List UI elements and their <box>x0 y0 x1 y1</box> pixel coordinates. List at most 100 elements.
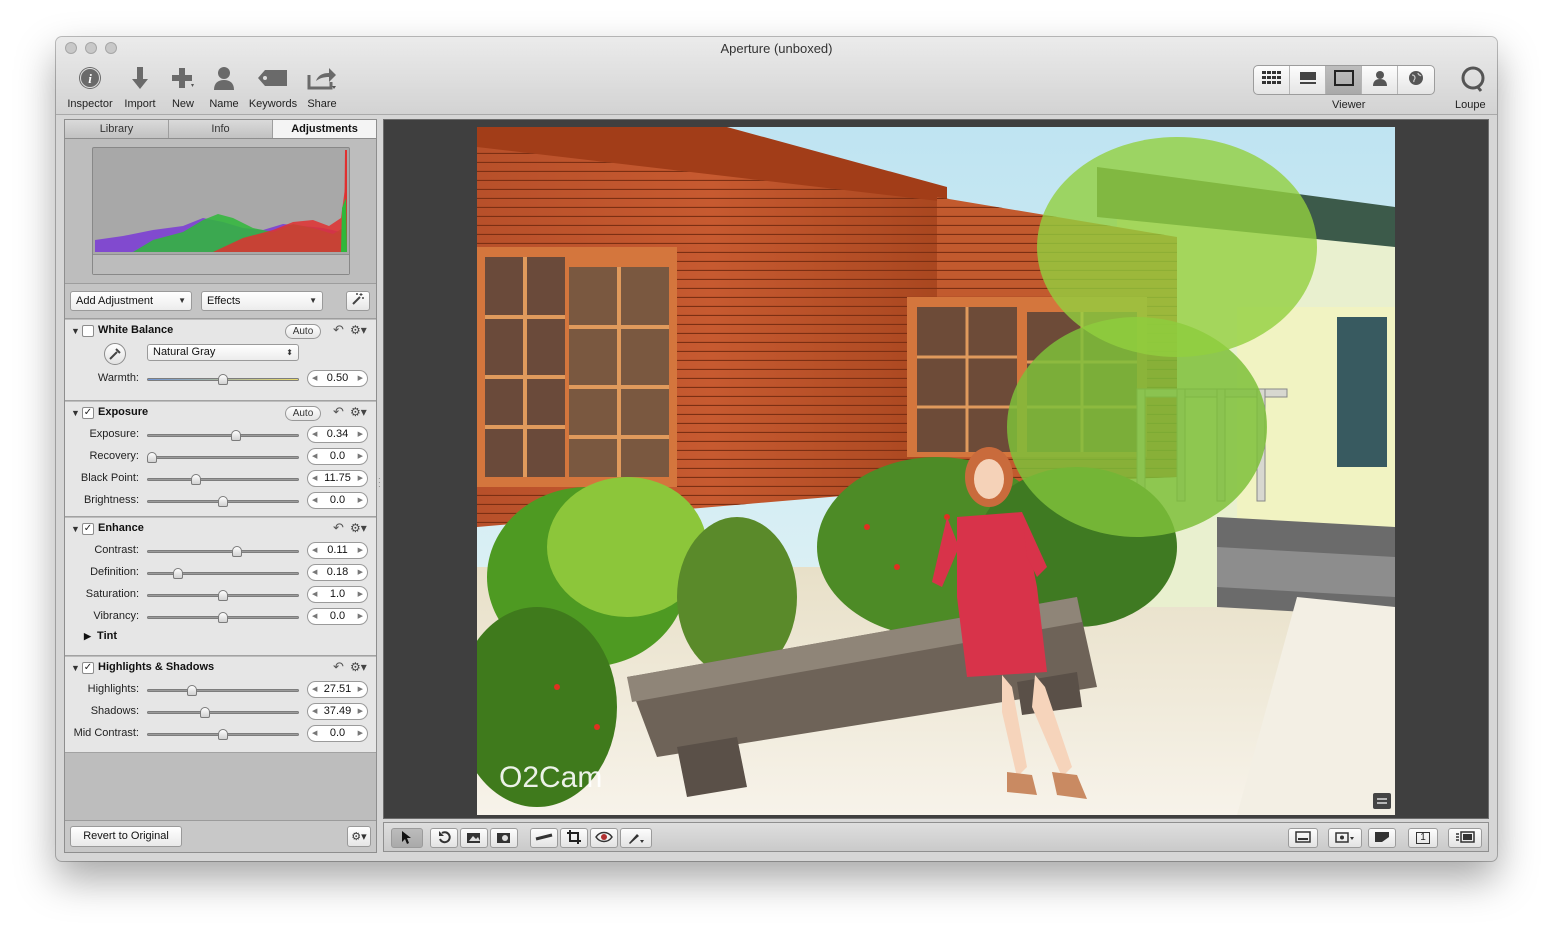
slider-value-field[interactable]: ◀ 0.34 ▶ <box>307 426 368 443</box>
highlights-shadows-checkbox[interactable]: ✓ <box>82 662 94 674</box>
adjustment-slider[interactable] <box>147 590 299 601</box>
slider-value-field[interactable]: ◀ 37.49 ▶ <box>307 703 368 720</box>
slider-knob[interactable] <box>147 452 157 463</box>
pane-resize-handle[interactable]: · · · <box>378 475 382 493</box>
add-adjustment-popup[interactable]: Add Adjustment ▼ <box>70 291 192 311</box>
crop-tool-button[interactable] <box>560 828 588 848</box>
browser-view-button[interactable] <box>1254 66 1290 94</box>
select-tool-button[interactable] <box>391 828 423 848</box>
tab-library[interactable]: Library <box>65 120 169 138</box>
white-balance-checkbox[interactable] <box>82 325 94 337</box>
auto-enhance-button[interactable] <box>346 291 370 311</box>
quick-brush-button[interactable] <box>460 828 488 848</box>
slider-knob[interactable] <box>218 374 228 385</box>
viewer-options-button[interactable] <box>1288 828 1318 848</box>
overlays-button[interactable] <box>1328 828 1362 848</box>
increment-arrow-icon[interactable]: ▶ <box>358 704 363 719</box>
adjustment-slider[interactable] <box>147 496 299 507</box>
gear-icon[interactable]: ⚙▾ <box>350 323 367 337</box>
metadata-overlay-button[interactable] <box>1368 828 1396 848</box>
photo-viewer[interactable]: O2Cam <box>383 119 1489 819</box>
reset-icon[interactable]: ↶ <box>333 520 344 536</box>
slider-value-field[interactable]: ◀ 0.11 ▶ <box>307 542 368 559</box>
red-eye-tool-button[interactable] <box>590 828 618 848</box>
increment-arrow-icon[interactable]: ▶ <box>358 427 363 442</box>
tab-info[interactable]: Info <box>169 120 273 138</box>
slider-knob[interactable] <box>191 474 202 485</box>
increment-arrow-icon[interactable]: ▶ <box>358 471 363 486</box>
viewer-mode-control[interactable] <box>1253 65 1435 95</box>
disclosure-triangle-icon[interactable]: ▼ <box>71 408 80 418</box>
white-balance-auto-button[interactable]: Auto <box>285 324 321 339</box>
slider-value-field[interactable]: ◀ 11.75 ▶ <box>307 470 368 487</box>
faces-view-button[interactable] <box>1362 66 1398 94</box>
tint-disclosure[interactable]: ▶ Tint <box>84 630 117 642</box>
straighten-tool-button[interactable] <box>530 828 558 848</box>
adjustment-slider[interactable] <box>147 568 299 579</box>
increment-arrow-icon[interactable]: ▶ <box>358 609 363 624</box>
slider-knob[interactable] <box>232 546 243 557</box>
gear-icon[interactable]: ⚙▾ <box>350 660 367 674</box>
increment-arrow-icon[interactable]: ▶ <box>358 565 363 580</box>
warmth-value-field[interactable]: ◀ 0.50 ▶ <box>307 370 368 387</box>
share-button[interactable]: Share <box>293 64 351 110</box>
adjustment-slider[interactable] <box>147 546 299 557</box>
increment-arrow-icon[interactable]: ▶ <box>358 726 363 741</box>
slider-value-field[interactable]: ◀ 0.0 ▶ <box>307 725 368 742</box>
slider-knob[interactable] <box>186 685 197 696</box>
slider-value-field[interactable]: ◀ 1.0 ▶ <box>307 586 368 603</box>
tab-adjustments[interactable]: Adjustments <box>273 120 376 138</box>
slider-value-field[interactable]: ◀ 0.0 ▶ <box>307 448 368 465</box>
slider-knob[interactable] <box>230 430 241 441</box>
exposure-auto-button[interactable]: Auto <box>285 406 321 421</box>
rotate-tool-button[interactable] <box>430 828 458 848</box>
increment-arrow-icon[interactable]: ▶ <box>358 493 363 508</box>
slider-value-field[interactable]: ◀ 0.18 ▶ <box>307 564 368 581</box>
slider-knob[interactable] <box>218 496 228 507</box>
disclosure-triangle-icon[interactable]: ▼ <box>71 524 80 534</box>
adjustment-slider[interactable] <box>147 452 299 463</box>
increment-arrow-icon[interactable]: ▶ <box>358 682 363 697</box>
slider-value-field[interactable]: ◀ 0.0 ▶ <box>307 492 368 509</box>
adjustment-slider[interactable] <box>147 729 299 740</box>
filmstrip-toggle-button[interactable] <box>1448 828 1482 848</box>
reset-icon[interactable]: ↶ <box>333 404 344 420</box>
adjustment-slider[interactable] <box>147 707 299 718</box>
retouch-button[interactable] <box>490 828 518 848</box>
disclosure-triangle-icon[interactable]: ▼ <box>71 663 80 673</box>
effects-popup[interactable]: Effects ▼ <box>201 291 323 311</box>
disclosure-triangle-icon[interactable]: ▼ <box>71 326 80 336</box>
increment-arrow-icon[interactable]: ▶ <box>358 449 363 464</box>
increment-arrow-icon[interactable]: ▶ <box>358 371 363 386</box>
increment-arrow-icon[interactable]: ▶ <box>358 543 363 558</box>
slider-knob[interactable] <box>218 729 228 740</box>
gear-icon[interactable]: ⚙▾ <box>350 521 367 535</box>
photo-image[interactable]: O2Cam <box>477 127 1395 815</box>
reset-icon[interactable]: ↶ <box>333 322 344 338</box>
places-view-button[interactable] <box>1398 66 1434 94</box>
warmth-slider[interactable] <box>147 374 299 385</box>
enhance-checkbox[interactable]: ✓ <box>82 523 94 535</box>
gear-icon[interactable]: ⚙▾ <box>350 405 367 419</box>
exposure-checkbox[interactable]: ✓ <box>82 407 94 419</box>
adjustment-slider[interactable] <box>147 474 299 485</box>
reset-icon[interactable]: ↶ <box>333 659 344 675</box>
split-view-button[interactable] <box>1290 66 1326 94</box>
brush-tool-button[interactable] <box>620 828 652 848</box>
slider-knob[interactable] <box>218 590 228 601</box>
eyedropper-button[interactable] <box>104 343 126 365</box>
viewer-only-button[interactable] <box>1326 66 1362 94</box>
adjustment-slider[interactable] <box>147 430 299 441</box>
loupe-button[interactable] <box>1459 65 1487 93</box>
slider-value-field[interactable]: ◀ 27.51 ▶ <box>307 681 368 698</box>
slider-knob[interactable] <box>199 707 210 718</box>
footer-action-button[interactable]: ⚙▾ <box>347 826 371 847</box>
white-balance-mode-popup[interactable]: Natural Gray ⬍ <box>147 344 299 361</box>
adjustment-slider[interactable] <box>147 685 299 696</box>
slider-knob[interactable] <box>218 612 228 623</box>
primary-only-button[interactable]: 1 <box>1408 828 1438 848</box>
increment-arrow-icon[interactable]: ▶ <box>358 587 363 602</box>
slider-value-field[interactable]: ◀ 0.0 ▶ <box>307 608 368 625</box>
adjustment-slider[interactable] <box>147 612 299 623</box>
revert-to-original-button[interactable]: Revert to Original <box>70 826 182 847</box>
